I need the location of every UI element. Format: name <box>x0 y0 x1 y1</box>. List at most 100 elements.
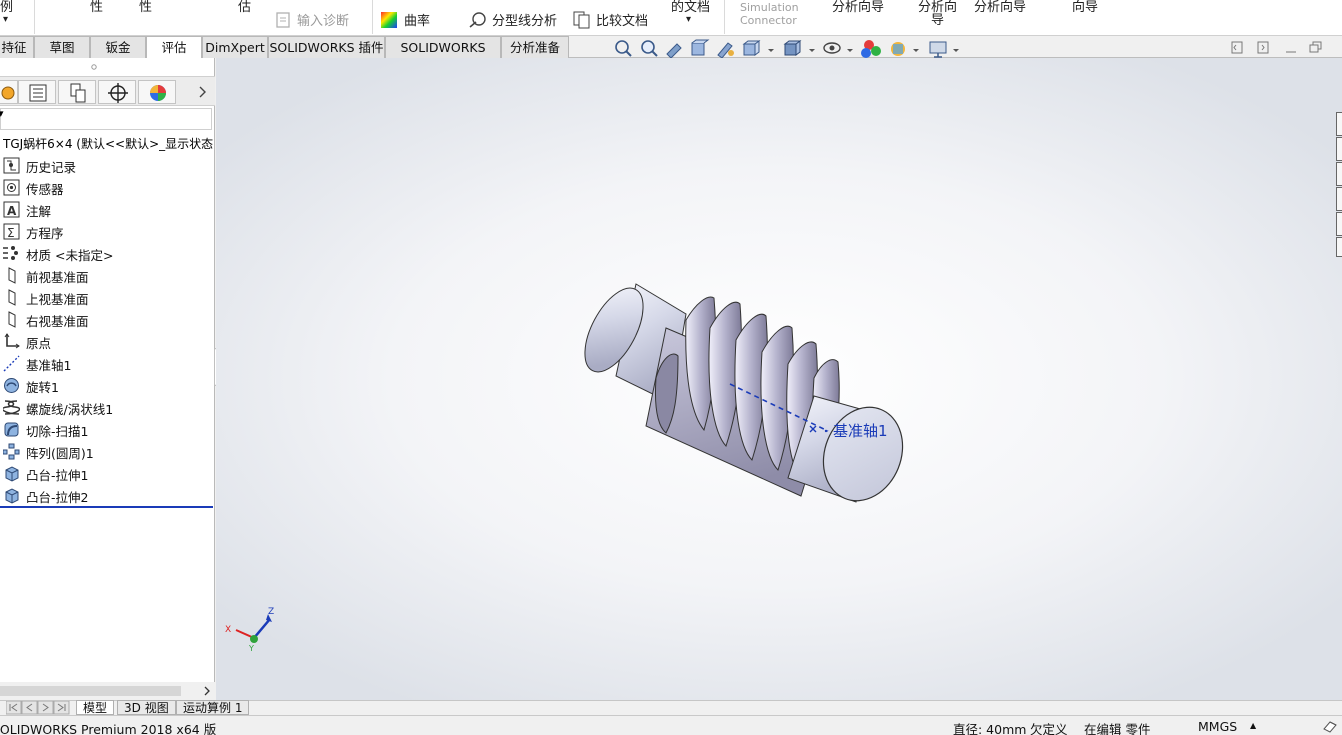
tab-motion-study-1[interactable]: 运动算例 1 <box>176 700 250 715</box>
rollback-bar[interactable] <box>0 506 213 508</box>
tree-item-history[interactable]: 历史记录 <box>0 154 215 176</box>
tree-item-cut-sweep1[interactable]: 切除-扫描1 <box>0 418 215 440</box>
status-corner-icon[interactable] <box>1322 719 1338 733</box>
apply-scene-icon[interactable] <box>891 42 919 56</box>
part-root-node[interactable]: TGJ蜗杆6×4 (默认<<默认>_显示状态 <box>3 135 215 152</box>
tab-feature-manager[interactable] <box>0 80 18 104</box>
task-pane-tab-3[interactable] <box>1336 162 1342 186</box>
next-tab-icon[interactable] <box>37 701 54 715</box>
scroll-right-icon[interactable] <box>203 686 211 696</box>
tree-item-revolve1[interactable]: 旋转1 <box>0 374 215 396</box>
tab-property-manager[interactable] <box>18 80 56 104</box>
sensor-icon <box>3 179 20 196</box>
view-settings-icon[interactable] <box>929 41 959 58</box>
equation-icon: Σ <box>3 223 20 240</box>
tree-item-circular-pattern1[interactable]: 阵列(圆周)1 <box>0 440 215 462</box>
circular-pattern-icon <box>3 443 20 460</box>
unit-system-arrow[interactable]: ▲ <box>1250 721 1256 730</box>
tab-3d-views[interactable]: 3D 视图 <box>117 700 176 715</box>
scrollbar-thumb[interactable] <box>0 686 181 696</box>
plane-icon <box>8 311 16 328</box>
task-pane-tab-2[interactable] <box>1336 137 1342 161</box>
ribbon-cut-label-4[interactable]: 估 <box>238 0 251 15</box>
edit-appearance-icon[interactable] <box>861 40 881 58</box>
tab-solidworks-addins[interactable]: SOLIDWORKS 插件 <box>268 36 385 58</box>
ribbon-cut-label-5[interactable]: 的文档 <box>671 0 710 15</box>
feature-tree-filter[interactable]: ▾ <box>0 107 212 130</box>
tree-item-label: 注解 <box>26 204 52 219</box>
heads-up-view-toolbar <box>615 39 959 59</box>
ribbon-dropdown-arrow-2[interactable]: ▾ <box>686 14 691 25</box>
tile-right-icon[interactable] <box>1257 41 1269 54</box>
task-pane-tab-4[interactable] <box>1336 187 1342 211</box>
tabs-scroll-right-icon[interactable] <box>198 85 208 99</box>
zoom-to-area-icon[interactable] <box>641 40 658 57</box>
ribbon-dropdown-arrow[interactable]: ▾ <box>3 14 8 25</box>
last-tab-icon[interactable] <box>53 701 70 715</box>
tree-item-front-plane[interactable]: 前视基准面 <box>0 264 215 286</box>
tab-sheet-metal[interactable]: 钣金 <box>90 36 146 58</box>
first-tab-icon[interactable] <box>6 701 22 715</box>
tab-evaluate[interactable]: 评估 <box>146 36 202 59</box>
svg-text:A: A <box>7 204 17 218</box>
tab-solidworks-mbd[interactable]: SOLIDWORKS MBD <box>385 36 501 76</box>
worm-gear-model[interactable]: 基准轴1 Z X Y <box>216 58 1342 700</box>
tab-dimxpert-manager[interactable] <box>98 80 136 104</box>
tab-display-manager[interactable] <box>138 80 176 104</box>
analysis-wizard-3[interactable]: 分析向导 <box>974 0 1026 15</box>
tree-item-label: 上视基准面 <box>26 292 89 307</box>
curvature-icon <box>381 12 397 28</box>
tree-item-origin[interactable]: 原点 <box>0 330 215 352</box>
tree-item-boss-extrude1[interactable]: 凸台-拉伸1 <box>0 462 215 484</box>
display-style-icon[interactable] <box>783 40 815 56</box>
view-orientation-icon[interactable] <box>742 40 774 56</box>
prev-tab-icon[interactable] <box>21 701 38 715</box>
simulation-connector-button[interactable]: Simulation Connector <box>740 1 799 27</box>
tree-item-label: 旋转1 <box>26 380 59 395</box>
tree-item-right-plane[interactable]: 右视基准面 <box>0 308 215 330</box>
tab-analysis-prep[interactable]: 分析准备 <box>501 36 569 58</box>
status-diameter: 直径: 40mm <box>953 722 1027 735</box>
section-view-icon[interactable] <box>691 39 710 56</box>
task-pane-tab-5[interactable] <box>1336 212 1342 236</box>
tree-item-boss-extrude2[interactable]: 凸台-拉伸2 <box>0 484 215 506</box>
configuration-manager-icon <box>70 83 86 103</box>
import-diagnostics-button[interactable]: 输入诊断 <box>275 10 349 29</box>
tree-item-top-plane[interactable]: 上视基准面 <box>0 286 215 308</box>
ribbon-cut-label-2[interactable]: 性 <box>90 0 103 15</box>
unit-system-selector[interactable]: MMGS <box>1198 719 1237 734</box>
graphics-area[interactable]: 基准轴1 Z X Y <box>216 58 1342 700</box>
analysis-wizard-4[interactable]: 向导 <box>1072 0 1098 15</box>
compare-documents-button[interactable]: 比较文档 <box>572 10 648 29</box>
tree-item-annotations[interactable]: A 注解 <box>0 198 215 220</box>
parting-line-analysis-button[interactable]: 分型线分析 <box>468 10 557 29</box>
analysis-wizard-2-line2: 导 <box>931 13 945 28</box>
analysis-wizard-1[interactable]: 分析向导 <box>832 0 884 15</box>
tab-dimxpert[interactable]: DimXpert <box>202 36 268 58</box>
task-pane-tab-6[interactable] <box>1336 237 1342 257</box>
task-pane-tab-1[interactable] <box>1336 112 1342 136</box>
restore-icon[interactable] <box>1309 41 1322 53</box>
hide-show-items-icon[interactable] <box>823 42 853 54</box>
panel-splitter-handle[interactable] <box>90 63 98 71</box>
dynamic-annotation-icon[interactable] <box>717 42 734 59</box>
zoom-to-fit-icon[interactable] <box>615 40 632 57</box>
ribbon-cut-label-3[interactable]: 性 <box>139 0 152 15</box>
tab-model[interactable]: 模型 <box>76 700 115 715</box>
display-manager-icon <box>150 85 166 101</box>
tree-item-equations[interactable]: Σ 方程序 <box>0 220 215 242</box>
tab-configuration-manager[interactable] <box>58 80 96 104</box>
previous-view-icon[interactable] <box>666 43 682 59</box>
tree-item-sensors[interactable]: 传感器 <box>0 176 215 198</box>
horizontal-scrollbar[interactable] <box>0 682 215 700</box>
tab-features[interactable]: 持征 <box>0 36 34 58</box>
tile-left-icon[interactable] <box>1231 41 1243 54</box>
tab-sketch[interactable]: 草图 <box>34 36 90 58</box>
tree-item-material[interactable]: 材质 <未指定> <box>0 242 215 264</box>
plane-icon <box>8 267 16 284</box>
tree-item-helix1[interactable]: 螺旋线/涡状线1 <box>0 396 215 418</box>
curvature-button[interactable]: 曲率 <box>380 10 430 29</box>
tree-item-label: 原点 <box>26 336 52 351</box>
tree-item-axis1[interactable]: 基准轴1 <box>0 352 215 374</box>
annotation-icon: A <box>3 201 20 218</box>
